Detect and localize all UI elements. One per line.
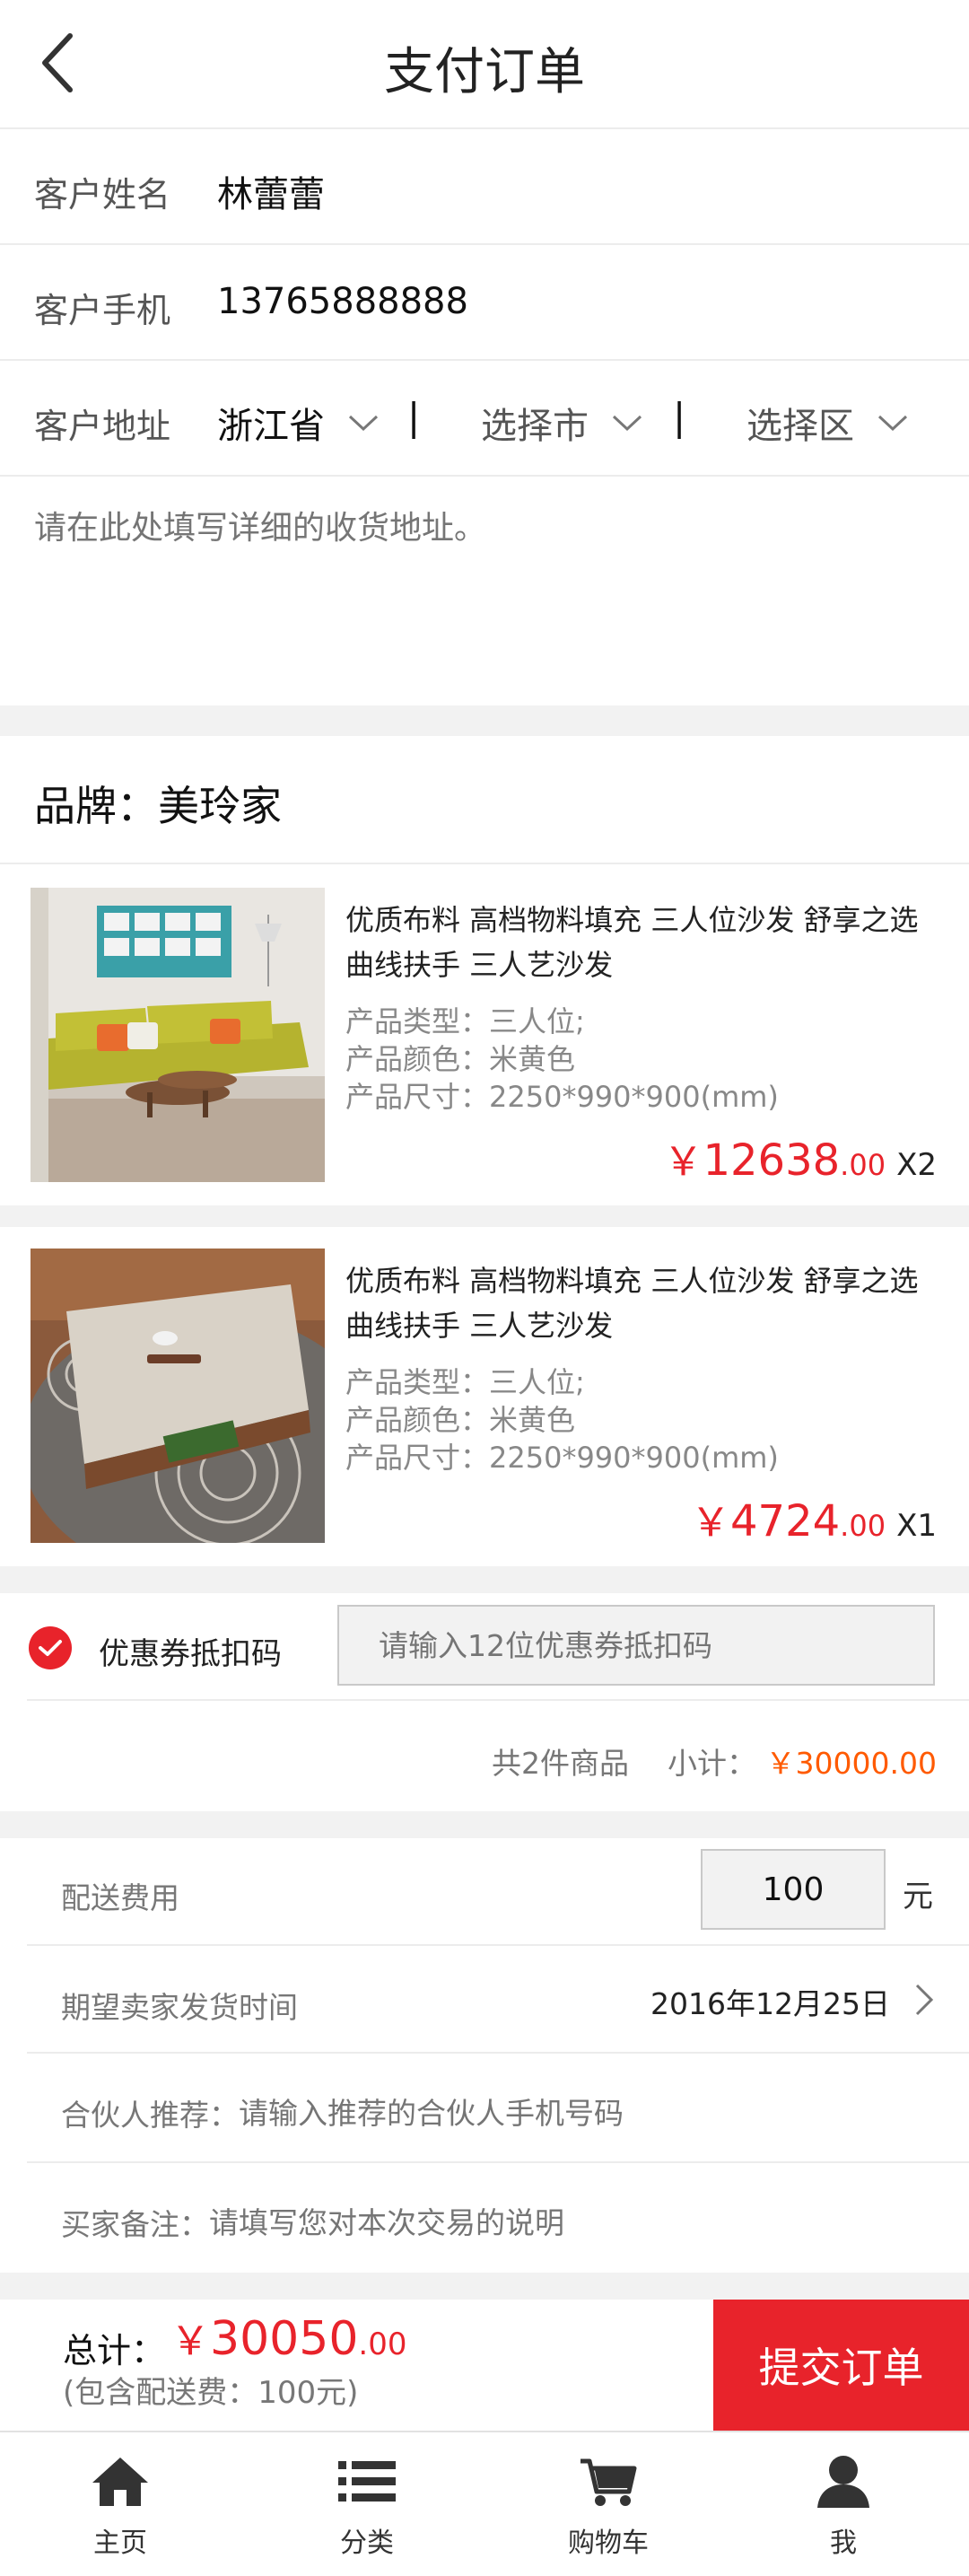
total-note: (包含配送费：100元) bbox=[63, 2375, 359, 2411]
brand-title: 品牌：美玲家 bbox=[34, 782, 282, 830]
customer-phone-label: 客户手机 bbox=[34, 291, 171, 330]
ship-time-picker[interactable] bbox=[910, 1982, 937, 2018]
chevron-right-icon bbox=[915, 1984, 934, 2016]
delivery-fee-label: 配送费用 bbox=[61, 1880, 179, 1915]
tab-label: 主页 bbox=[93, 2528, 147, 2559]
price-integer: 12638 bbox=[703, 1135, 841, 1186]
delivery-fee-input[interactable] bbox=[701, 1849, 886, 1930]
tab-label: 我 bbox=[830, 2528, 857, 2559]
product-size: 产品尺寸：2250*990*900(mm) bbox=[345, 1441, 779, 1475]
currency-symbol: ￥ bbox=[691, 1500, 731, 1546]
product-title-line1[interactable]: 优质布料 高档物料填充 三人位沙发 舒享之选 bbox=[345, 898, 947, 942]
tab-category[interactable]: 分类 bbox=[277, 2450, 457, 2576]
divider bbox=[27, 2052, 969, 2054]
province-value: 浙江省 bbox=[217, 406, 325, 447]
product-quantity: X1 bbox=[896, 1508, 937, 1544]
divider bbox=[27, 1944, 969, 1946]
tab-cart[interactable]: 购物车 bbox=[519, 2450, 698, 2576]
customer-name-label: 客户姓名 bbox=[34, 175, 171, 215]
check-icon bbox=[39, 1640, 62, 1656]
separator: | bbox=[673, 395, 686, 439]
tab-label: 分类 bbox=[340, 2528, 394, 2559]
list-icon bbox=[338, 2461, 396, 2502]
product-image-sofa[interactable] bbox=[31, 888, 325, 1182]
divider bbox=[0, 863, 969, 864]
customer-address-label: 客户地址 bbox=[34, 407, 171, 446]
currency-symbol: ￥ bbox=[663, 1139, 703, 1185]
home-icon bbox=[92, 2458, 148, 2506]
product-image-table[interactable] bbox=[31, 1249, 325, 1543]
ship-time-value[interactable]: 2016年12月25日 bbox=[650, 1980, 890, 2023]
district-select[interactable]: 选择区 bbox=[746, 397, 908, 449]
product-price: ￥ 12638 .00 X2 bbox=[663, 1129, 937, 1187]
divider bbox=[0, 243, 969, 245]
order-subtotal: 共2件商品 小计： ￥30000.00 bbox=[492, 1739, 937, 1783]
product-size: 产品尺寸：2250*990*900(mm) bbox=[345, 1080, 779, 1114]
customer-phone-value[interactable]: 13765888888 bbox=[217, 281, 468, 322]
user-icon bbox=[817, 2456, 869, 2508]
district-value: 选择区 bbox=[746, 406, 854, 447]
city-value: 选择市 bbox=[481, 406, 589, 447]
note-row: 买家备注： bbox=[61, 2201, 837, 2244]
chevron-down-icon bbox=[612, 415, 642, 432]
partner-label: 合伙人推荐： bbox=[61, 2098, 239, 2133]
fee-unit: 元 bbox=[903, 1879, 933, 1914]
divider bbox=[27, 1699, 969, 1701]
chevron-down-icon bbox=[348, 415, 379, 432]
product-color: 产品颜色：米黄色 bbox=[345, 1403, 576, 1437]
total-integer: 30050 bbox=[210, 2312, 359, 2366]
product-quantity: X2 bbox=[896, 1147, 937, 1183]
tab-home[interactable]: 主页 bbox=[31, 2450, 210, 2576]
section-gap bbox=[0, 705, 969, 736]
product-type: 产品类型：三人位; bbox=[345, 1365, 585, 1399]
price-decimal: .00 bbox=[840, 1509, 886, 1543]
buyer-note-label: 买家备注： bbox=[61, 2207, 209, 2242]
product-title-line1[interactable]: 优质布料 高档物料填充 三人位沙发 舒享之选 bbox=[345, 1258, 947, 1303]
tab-me[interactable]: 我 bbox=[754, 2450, 933, 2576]
chevron-down-icon bbox=[877, 415, 908, 432]
submit-order-button[interactable]: 提交订单 bbox=[713, 2300, 969, 2431]
section-gap bbox=[0, 1566, 969, 1593]
product-type: 产品类型：三人位; bbox=[345, 1004, 585, 1038]
total-decimal: .00 bbox=[358, 2326, 407, 2362]
city-select[interactable]: 选择市 bbox=[481, 397, 642, 449]
price-integer: 4724 bbox=[730, 1496, 841, 1546]
customer-name-value[interactable]: 林蕾蕾 bbox=[217, 165, 325, 217]
product-price: ￥ 4724 .00 X1 bbox=[691, 1490, 937, 1547]
address-detail-input[interactable] bbox=[34, 510, 931, 547]
coupon-code-input[interactable] bbox=[337, 1605, 935, 1686]
ship-time-label: 期望卖家发货时间 bbox=[61, 1990, 298, 2025]
currency-symbol: ￥ bbox=[170, 2318, 210, 2364]
divider bbox=[0, 475, 969, 477]
partner-phone-input[interactable] bbox=[239, 2095, 867, 2131]
total-price: ￥ 30050 .00 bbox=[170, 2309, 407, 2366]
partner-row: 合伙人推荐： bbox=[61, 2091, 867, 2134]
subtotal-value: ￥30000.00 bbox=[765, 1746, 937, 1781]
page-title: 支付订单 bbox=[384, 43, 585, 101]
coupon-label: 优惠券抵扣码 bbox=[99, 1636, 282, 1672]
subtotal-label: 小计： bbox=[668, 1746, 757, 1781]
divider bbox=[0, 2431, 969, 2432]
cart-icon bbox=[581, 2458, 637, 2506]
divider bbox=[0, 127, 969, 129]
section-gap bbox=[0, 2273, 969, 2300]
product-title-line2[interactable]: 曲线扶手 三人艺沙发 bbox=[345, 942, 947, 987]
buyer-note-input[interactable] bbox=[209, 2204, 837, 2240]
coupon-checkbox[interactable] bbox=[29, 1626, 72, 1669]
product-color: 产品颜色：米黄色 bbox=[345, 1042, 576, 1076]
separator: | bbox=[407, 395, 421, 439]
total-label: 总计： bbox=[63, 2331, 166, 2370]
product-title-line2[interactable]: 曲线扶手 三人艺沙发 bbox=[345, 1303, 947, 1348]
divider bbox=[0, 359, 969, 361]
tab-label: 购物车 bbox=[568, 2528, 649, 2559]
item-count: 共2件商品 bbox=[492, 1746, 630, 1781]
divider bbox=[27, 2161, 969, 2163]
section-gap bbox=[0, 1205, 969, 1227]
section-gap bbox=[0, 1811, 969, 1838]
province-select[interactable]: 浙江省 bbox=[217, 397, 379, 449]
price-decimal: .00 bbox=[840, 1148, 886, 1182]
